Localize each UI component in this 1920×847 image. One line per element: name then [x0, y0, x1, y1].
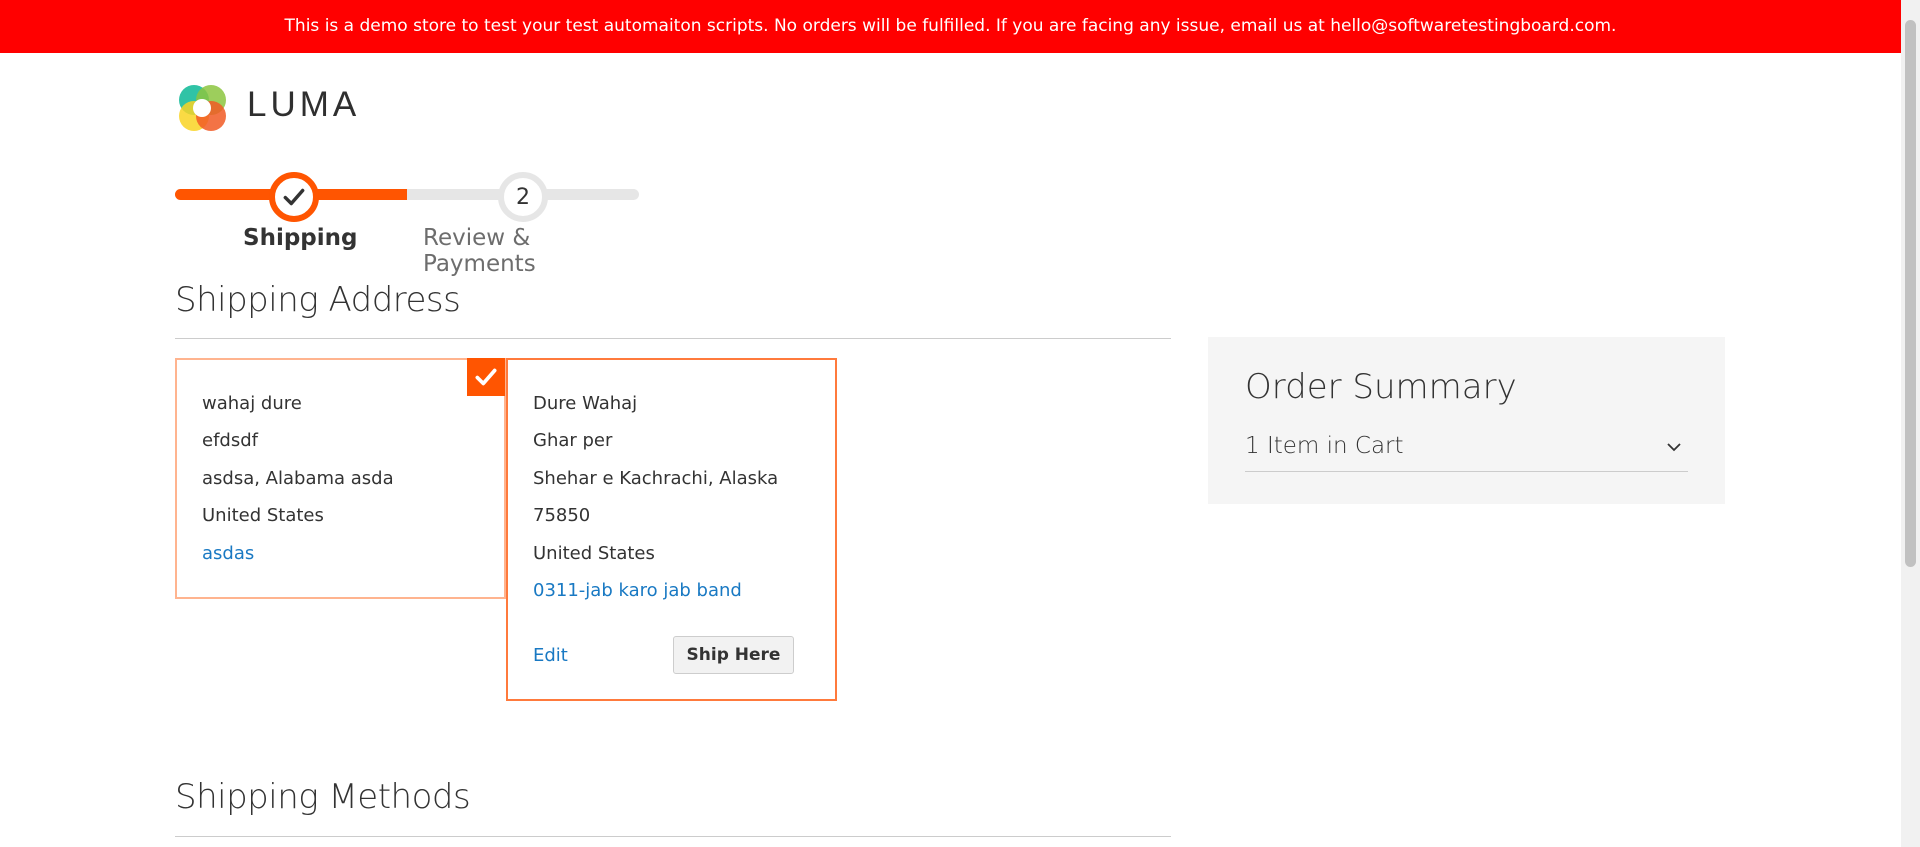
luma-logo[interactable]: LUMA: [175, 80, 375, 136]
ship-here-button[interactable]: Ship Here: [673, 636, 794, 674]
shipping-methods-title: Shipping Methods: [175, 777, 471, 817]
step-shipping-label: Shipping: [243, 225, 358, 251]
address-line: Ghar per: [533, 430, 613, 451]
page-scrollbar[interactable]: [1901, 0, 1920, 847]
step-review-label[interactable]: Review & Payments: [423, 225, 640, 277]
order-summary-title: Order Summary: [1245, 367, 1517, 407]
demo-notice-text: This is a demo store to test your test a…: [284, 16, 1617, 36]
address-line: asdsa, Alabama asda: [202, 468, 394, 489]
items-in-cart-toggle[interactable]: 1 Item in Cart: [1245, 433, 1688, 472]
address-line: Shehar e Kachrachi, Alaska: [533, 468, 779, 489]
luma-logo-icon: [179, 85, 226, 131]
section-divider: [175, 338, 1171, 339]
address-card[interactable]: Dure Wahaj Ghar per Shehar e Kachrachi, …: [506, 358, 837, 701]
address-phone-link[interactable]: 0311-jab karo jab band: [533, 580, 742, 601]
address-line: Dure Wahaj: [533, 393, 638, 414]
address-line: United States: [202, 505, 324, 526]
address-line: efdsdf: [202, 430, 258, 451]
step-review-indicator: 2: [498, 172, 548, 222]
step-number: 2: [516, 184, 530, 210]
checkmark-icon: [283, 188, 305, 206]
selected-address-check-icon: [467, 358, 505, 396]
logo-wordmark: LUMA: [247, 85, 361, 124]
step-shipping-indicator: [269, 172, 319, 222]
edit-address-link[interactable]: Edit: [533, 645, 568, 666]
chevron-down-icon: [1667, 443, 1681, 452]
address-phone-link[interactable]: asdas: [202, 543, 254, 564]
address-line: United States: [533, 543, 655, 564]
address-line: 75850: [533, 505, 591, 526]
checkout-progress-bar: 2 Shipping Review & Payments: [175, 165, 640, 277]
shipping-address-title: Shipping Address: [175, 280, 461, 320]
section-divider: [175, 836, 1171, 837]
demo-notice-banner: This is a demo store to test your test a…: [0, 0, 1901, 53]
items-in-cart-label: 1 Item in Cart: [1245, 433, 1404, 459]
address-line: wahaj dure: [202, 393, 302, 414]
scrollbar-thumb[interactable]: [1905, 20, 1916, 567]
address-card-selected[interactable]: wahaj dure efdsdf asdsa, Alabama asda Un…: [175, 358, 506, 599]
order-summary-panel: Order Summary 1 Item in Cart: [1208, 337, 1725, 504]
